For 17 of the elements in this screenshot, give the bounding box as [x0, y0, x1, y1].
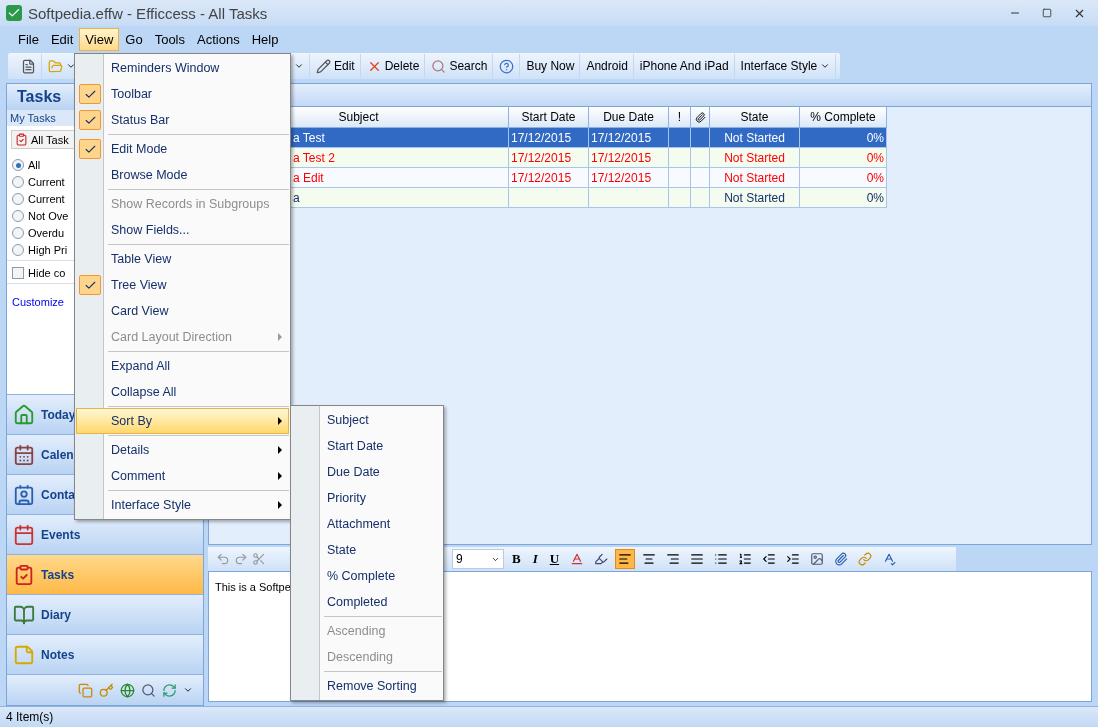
table-cell: 17/12/2015 [589, 168, 669, 188]
table-cell: Not Started [710, 128, 800, 148]
table-cell: 0% [800, 168, 887, 188]
item-count: 4 Item(s) [6, 710, 54, 724]
table-cell: Not Started [710, 168, 800, 188]
table-cell: 0% [800, 128, 887, 148]
comment-text: This is a Softpe [215, 581, 291, 593]
table-cell: Not Started [710, 148, 800, 168]
table-cell: 0% [800, 188, 887, 208]
table-cell: 17/12/2015 [589, 148, 669, 168]
table-cell: 17/12/2015 [589, 128, 669, 148]
table-cell: 17/12/2015 [509, 128, 589, 148]
table-cell: 0% [800, 148, 887, 168]
table-cell: Not Started [710, 188, 800, 208]
table-cell: 17/12/2015 [509, 148, 589, 168]
table-cell: 17/12/2015 [509, 168, 589, 188]
window-title: Softpedia.effw - Efficcess - All Tasks [28, 4, 269, 22]
